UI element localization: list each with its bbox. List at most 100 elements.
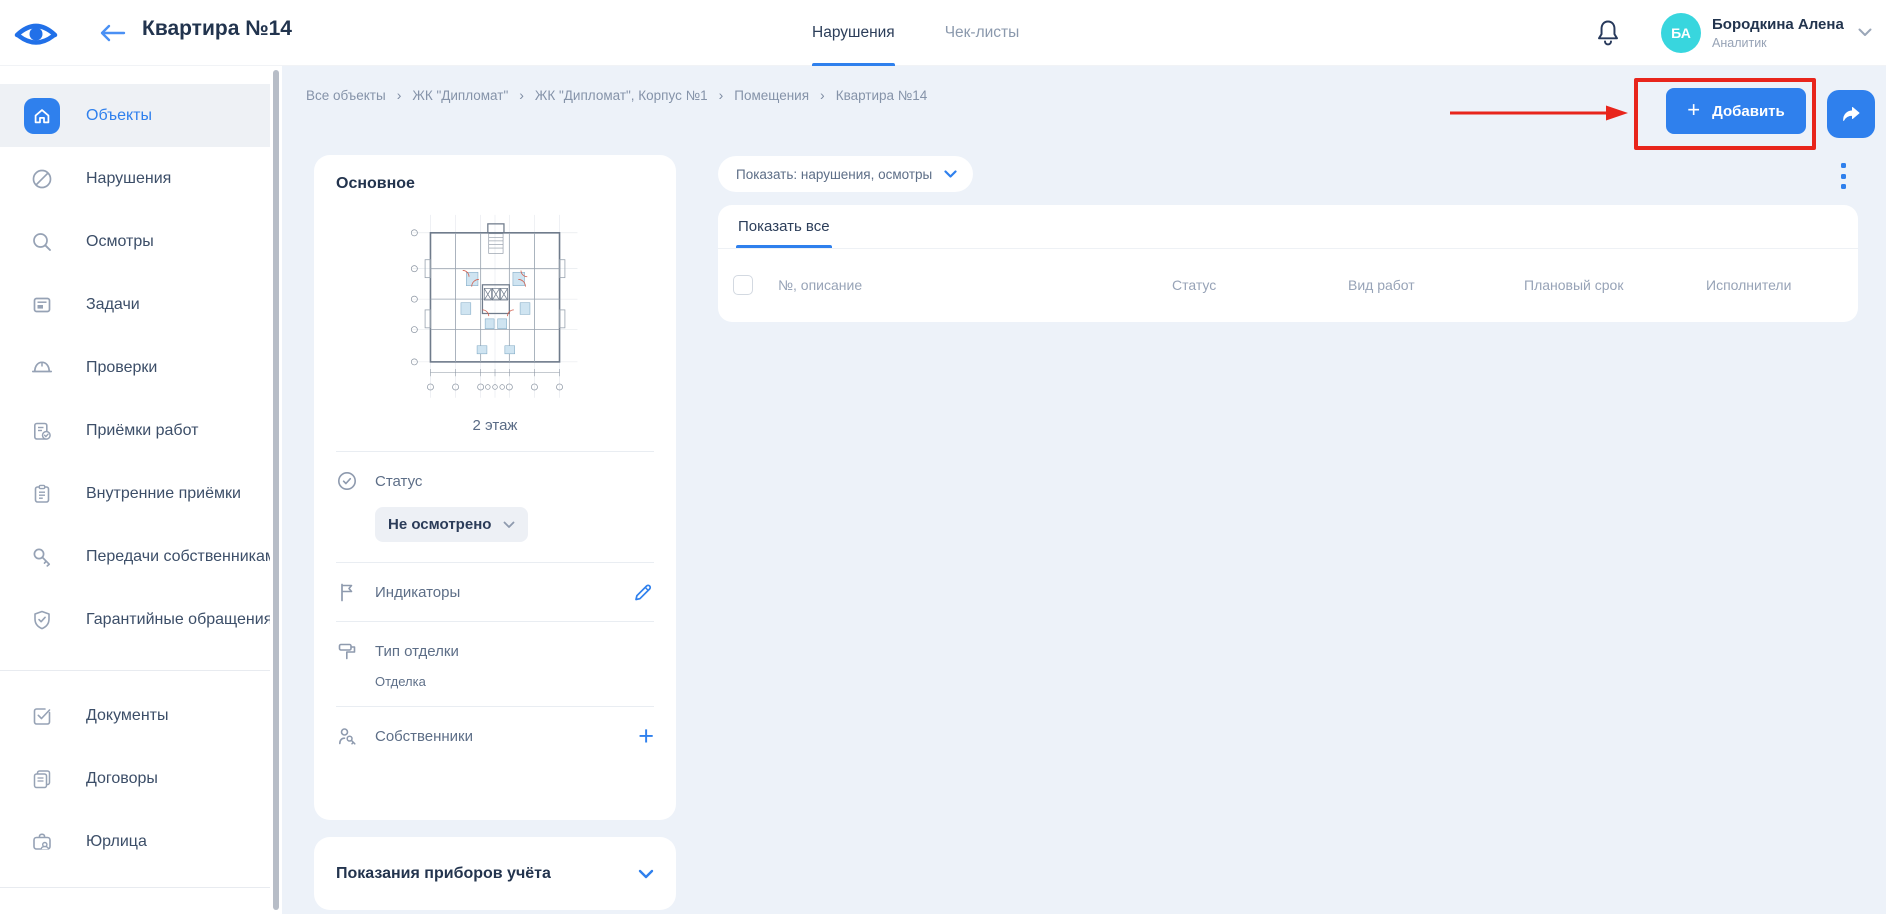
column-header-assignees: Исполнители: [1706, 277, 1791, 293]
clipboard-list-icon: [24, 476, 60, 512]
notification-bell-icon[interactable]: [1594, 18, 1622, 48]
plus-icon: +: [1687, 99, 1700, 121]
add-button[interactable]: + Добавить: [1666, 88, 1806, 134]
header-tabs: Нарушения Чек-листы: [812, 0, 1019, 66]
sidebar-item-label: Договоры: [86, 770, 158, 788]
card-divider: [336, 706, 654, 707]
app-logo-eye-icon[interactable]: [12, 15, 60, 49]
status-row: Статус: [336, 469, 654, 493]
add-owner-button[interactable]: +: [638, 726, 654, 746]
breadcrumb-item[interactable]: ЖК "Дипломат", Корпус №1: [535, 88, 708, 103]
clipboard-check-icon: [24, 413, 60, 449]
shield-check-icon: [24, 602, 60, 638]
chevron-down-icon: [944, 170, 957, 178]
share-button[interactable]: [1827, 90, 1875, 138]
doc-check-icon: [24, 698, 60, 734]
show-filter-dropdown[interactable]: Показать: нарушения, осмотры: [718, 156, 973, 192]
apartment-info-card: Основное: [314, 155, 676, 820]
hard-hat-icon: [24, 350, 60, 386]
info-card-title: Основное: [336, 175, 654, 193]
sidebar-item-violations[interactable]: Нарушения: [0, 147, 272, 210]
tab-show-all[interactable]: Показать все: [736, 204, 832, 248]
owners-label: Собственники: [375, 728, 473, 745]
status-dropdown[interactable]: Не осмотрено: [375, 507, 528, 542]
select-all-checkbox[interactable]: [733, 275, 753, 295]
sidebar-item-tasks[interactable]: Задачи: [0, 273, 272, 336]
more-options-kebab-icon[interactable]: [1835, 161, 1851, 191]
main-content: Все объекты › ЖК "Дипломат" › ЖК "Диплом…: [282, 66, 1886, 914]
sidebar-item-warranty-claims[interactable]: Гарантийные обращения: [0, 588, 272, 651]
contracts-icon: [24, 761, 60, 797]
sidebar-item-checks[interactable]: Проверки: [0, 336, 272, 399]
violations-list-panel: Показать все №, описание Статус Вид рабо…: [718, 205, 1858, 322]
breadcrumb-item[interactable]: Помещения: [734, 88, 809, 103]
breadcrumb-item[interactable]: ЖК "Дипломат": [412, 88, 508, 103]
key-icon: [24, 539, 60, 575]
sidebar-item-label: Нарушения: [86, 170, 171, 188]
owner-key-icon: [336, 725, 358, 747]
breadcrumb-item[interactable]: Все объекты: [306, 88, 386, 103]
breadcrumb-separator: ›: [719, 87, 724, 103]
floor-caption: 2 этаж: [336, 417, 654, 434]
back-arrow-icon[interactable]: [98, 24, 126, 42]
avatar-initials: БА: [1671, 25, 1691, 41]
indicators-label: Индикаторы: [375, 584, 460, 601]
sidebar-item-contracts[interactable]: Договоры: [0, 747, 272, 810]
sidebar-item-owner-handovers[interactable]: Передачи собственникам: [0, 525, 272, 588]
sidebar-item-inspections[interactable]: Осмотры: [0, 210, 272, 273]
sidebar-nav: Объекты Нарушения Осмотры Задачи Проверк…: [0, 66, 272, 914]
annotation-arrow: [1448, 102, 1632, 124]
briefcase-person-icon: [24, 824, 60, 860]
sidebar-item-internal-acceptances[interactable]: Внутренние приёмки: [0, 462, 272, 525]
sidebar-item-legal-entities[interactable]: Юрлица: [0, 810, 272, 873]
tab-checklists[interactable]: Чек-листы: [945, 0, 1020, 66]
page-title: Квартира №14: [142, 17, 292, 41]
building-icon: [24, 98, 60, 134]
column-header-status: Статус: [1172, 277, 1216, 293]
sidebar-item-objects[interactable]: Объекты: [0, 84, 272, 147]
chevron-down-icon: [503, 521, 515, 529]
meters-readings-card[interactable]: Показания приборов учёта: [314, 837, 676, 910]
sidebar-item-label: Проверки: [86, 359, 157, 377]
user-name: Бородкина Алена: [1712, 16, 1844, 33]
sidebar-item-label: Документы: [86, 707, 168, 725]
flag-icon: [336, 581, 358, 603]
card-divider: [336, 562, 654, 563]
breadcrumb-separator: ›: [519, 87, 524, 103]
user-avatar[interactable]: БА: [1661, 13, 1701, 53]
column-header-number-description: №, описание: [778, 277, 862, 293]
sidebar-item-documents[interactable]: Документы: [0, 684, 272, 747]
app-header: Квартира №14 Нарушения Чек-листы БА Боро…: [0, 0, 1886, 66]
list-tab-bar: Показать все: [718, 205, 1858, 249]
check-circle-icon: [336, 470, 358, 492]
tab-violations[interactable]: Нарушения: [812, 0, 895, 66]
sidebar-item-label: Приёмки работ: [86, 422, 198, 440]
owners-row: Собственники +: [336, 724, 654, 748]
pencil-icon: [632, 581, 654, 603]
add-button-label: Добавить: [1712, 103, 1785, 120]
sidebar-item-label: Передачи собственникам: [86, 548, 276, 566]
status-value: Не осмотрено: [388, 516, 491, 533]
breadcrumb-item-current: Квартира №14: [836, 88, 928, 103]
sidebar-divider: [0, 670, 272, 671]
user-menu-chevron-down-icon[interactable]: [1858, 28, 1872, 37]
plus-icon: +: [638, 726, 654, 746]
sidebar-item-label: Юрлица: [86, 833, 147, 851]
breadcrumb: Все объекты › ЖК "Дипломат" › ЖК "Диплом…: [306, 87, 927, 103]
prohibition-icon: [24, 161, 60, 197]
floor-plan-image[interactable]: [400, 209, 590, 409]
sidebar-divider: [0, 887, 272, 888]
sidebar-scrollbar[interactable]: [273, 70, 279, 910]
card-divider: [336, 451, 654, 452]
breadcrumb-separator: ›: [820, 87, 825, 103]
share-icon: [1839, 102, 1863, 126]
user-role: Аналитик: [1712, 36, 1767, 50]
finish-type-value: Отделка: [375, 674, 654, 689]
sidebar-item-work-acceptances[interactable]: Приёмки работ: [0, 399, 272, 462]
column-header-planned-date: Плановый срок: [1524, 277, 1623, 293]
status-label: Статус: [375, 473, 422, 490]
column-header-work-type: Вид работ: [1348, 277, 1415, 293]
indicators-row: Индикаторы: [336, 580, 654, 604]
edit-indicators-button[interactable]: [632, 581, 654, 603]
filter-label: Показать: нарушения, осмотры: [736, 167, 932, 182]
